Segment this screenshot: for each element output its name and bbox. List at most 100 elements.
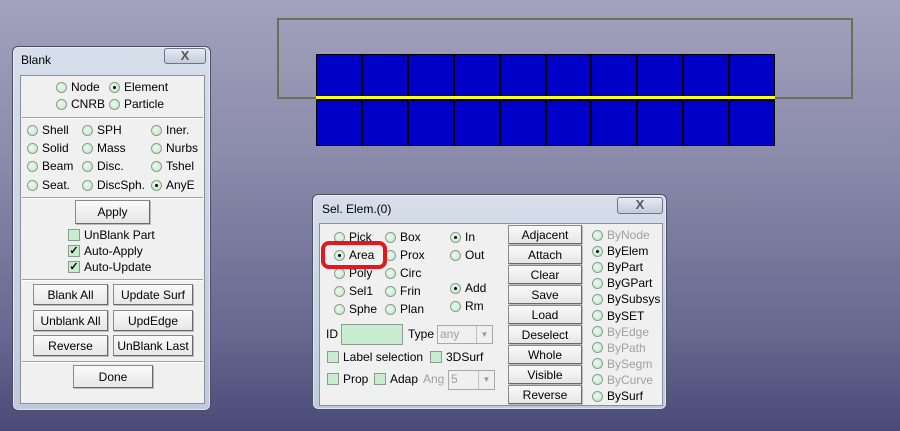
radio-box[interactable]: Box bbox=[385, 230, 421, 244]
radio-node[interactable]: Node bbox=[56, 80, 100, 94]
label: Out bbox=[465, 248, 485, 262]
id-input[interactable] bbox=[341, 324, 403, 345]
reverse-button[interactable]: Reverse bbox=[508, 385, 582, 404]
load-button[interactable]: Load bbox=[508, 305, 582, 324]
radio-beam[interactable]: Beam bbox=[27, 159, 73, 173]
radio-byset[interactable]: BySET bbox=[592, 309, 644, 323]
mesh-element[interactable] bbox=[546, 101, 591, 145]
radio-bysegm[interactable]: BySegm bbox=[592, 357, 652, 371]
mesh-element[interactable] bbox=[408, 55, 453, 99]
radio-icon bbox=[151, 142, 162, 154]
radio-sph[interactable]: SPH bbox=[82, 123, 122, 137]
id-label: ID bbox=[326, 327, 338, 341]
update-surf-button[interactable]: Update Surf bbox=[113, 284, 193, 305]
radio-byedge[interactable]: ByEdge bbox=[592, 325, 649, 339]
done-button[interactable]: Done bbox=[73, 365, 153, 388]
reverse-button[interactable]: Reverse bbox=[33, 335, 108, 356]
close-button[interactable]: X bbox=[617, 197, 663, 214]
radio-tshel[interactable]: Tshel bbox=[151, 159, 194, 173]
adjacent-button[interactable]: Adjacent bbox=[508, 225, 582, 244]
whole-button[interactable]: Whole bbox=[508, 345, 582, 364]
radio-sel1[interactable]: Sel1 bbox=[334, 284, 373, 298]
radio-solid[interactable]: Solid bbox=[27, 141, 69, 155]
radio-particle[interactable]: Particle bbox=[109, 97, 164, 111]
radio-rm[interactable]: Rm bbox=[450, 299, 484, 313]
radio-sphe[interactable]: Sphe bbox=[334, 302, 377, 316]
radio-disc[interactable]: Disc. bbox=[82, 159, 124, 173]
radio-icon bbox=[27, 124, 38, 136]
3dsurf-checkbox[interactable]: 3DSurf bbox=[430, 350, 483, 364]
radio-bypath[interactable]: ByPath bbox=[592, 341, 646, 355]
mesh-element[interactable] bbox=[730, 101, 774, 145]
radio-in[interactable]: In bbox=[450, 230, 475, 244]
label: Plan bbox=[400, 302, 425, 316]
clear-button[interactable]: Clear bbox=[508, 265, 582, 284]
mesh-element[interactable] bbox=[730, 55, 774, 99]
label: Particle bbox=[124, 97, 165, 111]
mesh-element[interactable] bbox=[592, 55, 637, 99]
radio-bypart[interactable]: ByPart bbox=[592, 260, 643, 274]
radio-bygpart[interactable]: ByGPart bbox=[592, 276, 652, 290]
close-button[interactable]: X bbox=[164, 48, 206, 64]
mesh-element[interactable] bbox=[684, 55, 729, 99]
updedge-button[interactable]: UpdEdge bbox=[113, 310, 193, 331]
radio-bysubsys[interactable]: BySubsys bbox=[592, 292, 660, 306]
radio-seat[interactable]: Seat. bbox=[27, 178, 70, 192]
radio-anye[interactable]: AnyE bbox=[151, 178, 195, 192]
mesh-element[interactable] bbox=[638, 101, 683, 145]
radio-bycurve[interactable]: ByCurve bbox=[592, 373, 653, 387]
mesh-element[interactable] bbox=[546, 55, 591, 99]
mesh-element[interactable] bbox=[408, 101, 453, 145]
radio-bynode[interactable]: ByNode bbox=[592, 228, 650, 242]
mesh-element[interactable] bbox=[638, 55, 683, 99]
prop-checkbox[interactable]: Prop bbox=[327, 372, 368, 386]
mesh-element[interactable] bbox=[362, 101, 407, 145]
radio-mass[interactable]: Mass bbox=[82, 141, 126, 155]
label: BySurf bbox=[607, 389, 644, 403]
radio-byelem[interactable]: ByElem bbox=[592, 244, 648, 258]
mesh-element[interactable] bbox=[684, 101, 729, 145]
label: In bbox=[465, 230, 476, 244]
label-selection-checkbox[interactable]: Label selection bbox=[327, 350, 423, 364]
checkbox-unblank-part[interactable]: UnBlank Part bbox=[68, 228, 155, 242]
mesh-element[interactable] bbox=[592, 101, 637, 145]
blank-all-button[interactable]: Blank All bbox=[33, 284, 108, 305]
radio-frin[interactable]: Frin bbox=[385, 284, 421, 298]
attach-button[interactable]: Attach bbox=[508, 245, 582, 264]
radio-element[interactable]: Element bbox=[109, 80, 168, 94]
radio-prox[interactable]: Prox bbox=[385, 248, 425, 262]
radio-bysurf[interactable]: BySurf bbox=[592, 389, 643, 403]
radio-icon bbox=[82, 124, 93, 136]
mesh-element[interactable] bbox=[500, 55, 545, 99]
type-select[interactable]: any ▼ bbox=[437, 325, 493, 344]
unblank-all-button[interactable]: Unblank All bbox=[33, 310, 108, 331]
radio-discsph[interactable]: DiscSph. bbox=[82, 178, 145, 192]
radio-out[interactable]: Out bbox=[450, 248, 484, 262]
radio-nurbs[interactable]: Nurbs bbox=[151, 141, 198, 155]
mesh-element[interactable] bbox=[317, 101, 361, 145]
radio-icon bbox=[334, 285, 345, 297]
mesh-element[interactable] bbox=[454, 55, 499, 99]
apply-button[interactable]: Apply bbox=[75, 200, 150, 224]
checkbox-auto-update[interactable]: ✓ Auto-Update bbox=[68, 260, 151, 274]
radio-icon bbox=[592, 245, 603, 257]
radio-circ[interactable]: Circ bbox=[385, 266, 421, 280]
radio-plan[interactable]: Plan bbox=[385, 302, 424, 316]
checkbox-auto-apply[interactable]: ✓ Auto-Apply bbox=[68, 244, 143, 258]
label: BySET bbox=[607, 308, 645, 323]
adap-checkbox[interactable]: Adap bbox=[374, 372, 418, 386]
mesh-element[interactable] bbox=[317, 55, 361, 99]
save-button[interactable]: Save bbox=[508, 285, 582, 304]
radio-cnrb[interactable]: CNRB bbox=[56, 97, 105, 111]
visible-button[interactable]: Visible bbox=[508, 365, 582, 384]
radio-add[interactable]: Add bbox=[450, 281, 486, 295]
unblank-last-button[interactable]: UnBlank Last bbox=[113, 335, 193, 356]
deselect-button[interactable]: Deselect bbox=[508, 325, 582, 344]
mesh-element[interactable] bbox=[454, 101, 499, 145]
element-mesh[interactable] bbox=[316, 54, 775, 146]
radio-iner[interactable]: Iner. bbox=[151, 123, 189, 137]
radio-shell[interactable]: Shell bbox=[27, 123, 69, 137]
mesh-element[interactable] bbox=[500, 101, 545, 145]
mesh-element[interactable] bbox=[362, 55, 407, 99]
ang-select[interactable]: 5 ▼ bbox=[448, 370, 495, 390]
